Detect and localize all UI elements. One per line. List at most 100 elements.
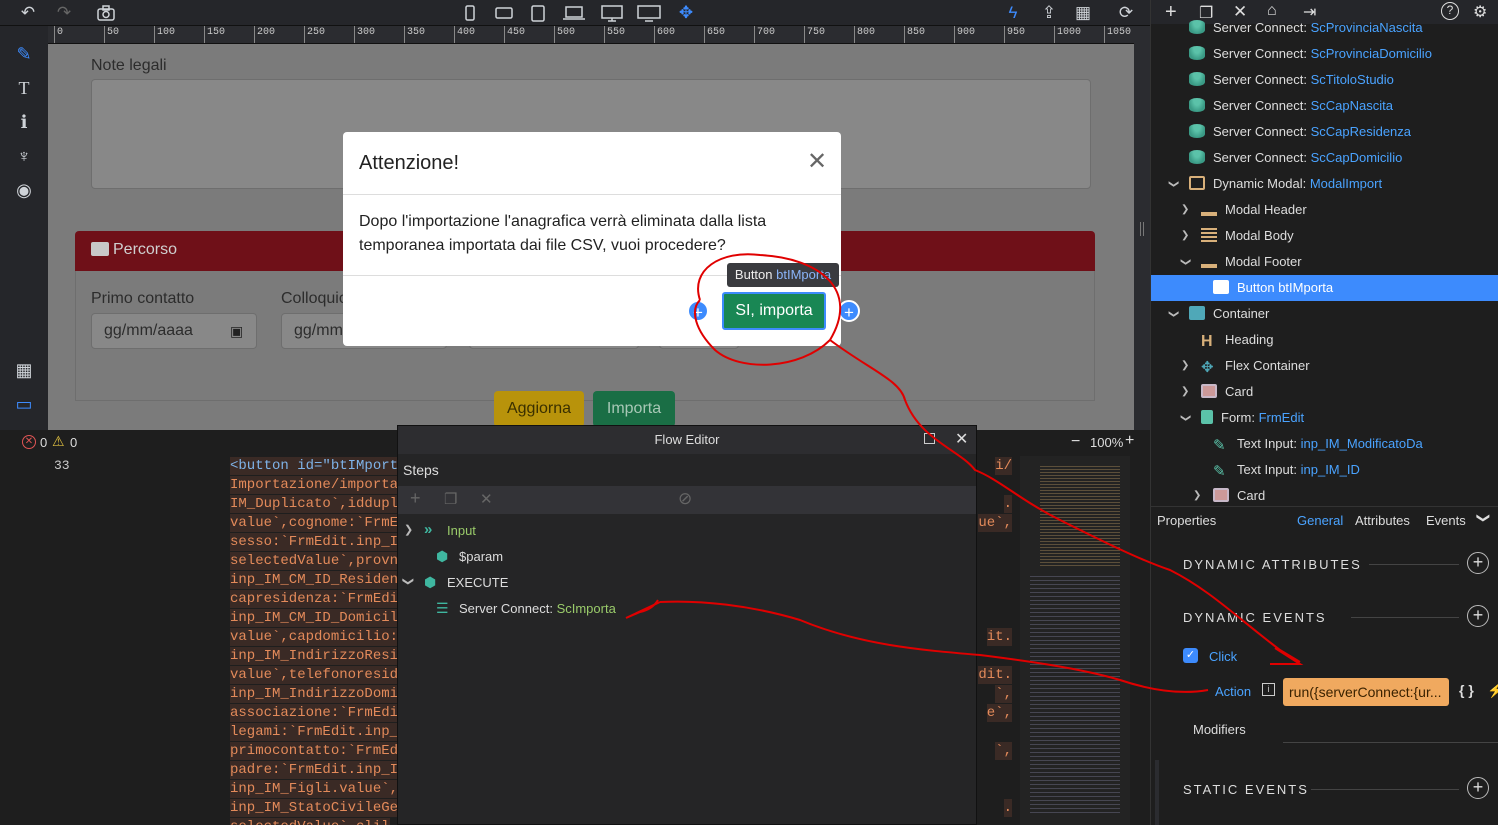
add-step-icon[interactable]: + — [410, 488, 421, 509]
code-line[interactable]: legami:`FrmEdit.inp_ — [230, 723, 399, 741]
phone-portrait-icon[interactable] — [458, 1, 482, 25]
ruler-icon[interactable]: ▭ — [12, 392, 36, 416]
zoom-out-icon[interactable]: − — [1071, 433, 1080, 451]
importa-button[interactable]: Importa — [593, 391, 675, 427]
redo-icon[interactable]: ↷ — [52, 1, 76, 25]
tree-item[interactable]: Server Connect: ScProvinciaDomicilio — [1151, 41, 1498, 67]
tree-item[interactable]: Server Connect: ScTitoloStudio — [1151, 67, 1498, 93]
qr-code-icon[interactable]: ▦ — [1071, 1, 1095, 25]
code-line[interactable]: value`,capdomicilio: — [230, 628, 399, 646]
code-line[interactable]: primocontatto:`FrmEd — [230, 742, 399, 760]
code-line[interactable]: inp_IM_CM_ID_Domicil — [230, 609, 399, 627]
tree-item[interactable]: Server Connect: ScCapDomicilio — [1151, 145, 1498, 171]
chevron-down-icon[interactable]: ❯ — [1160, 310, 1186, 318]
info-icon[interactable]: i — [1262, 683, 1275, 696]
flow-param-label[interactable]: $param — [459, 549, 503, 564]
code-line[interactable]: inp_IM_IndirizzoResi — [230, 647, 399, 665]
camera-icon[interactable] — [94, 1, 118, 25]
phone-landscape-icon[interactable] — [492, 1, 516, 25]
add-static-event-icon[interactable]: + — [1467, 777, 1489, 799]
chevron-down-icon[interactable]: ❯ — [1475, 513, 1491, 524]
tree-item[interactable]: ❯ Card — [1151, 379, 1498, 405]
tree-item[interactable]: ❯ Modal Footer — [1151, 249, 1498, 275]
insert-before-plus-icon[interactable]: + — [687, 300, 709, 322]
close-icon[interactable]: ✕ — [955, 429, 968, 449]
chevron-right-icon[interactable]: ❯ — [1181, 353, 1189, 379]
flow-input-label[interactable]: Input — [447, 523, 476, 538]
close-icon[interactable]: ✕ — [807, 150, 827, 174]
code-line[interactable]: value`,cognome:`FrmE — [230, 514, 399, 532]
code-line[interactable]: associazione:`FrmEdi — [230, 704, 399, 722]
click-checkbox[interactable]: ✓ — [1183, 648, 1198, 663]
tree-item[interactable]: ❯ Modal Header — [1151, 197, 1498, 223]
maximize-icon[interactable] — [924, 433, 935, 444]
data-binding-icon[interactable]: { } — [1459, 682, 1474, 698]
collapse-chevron-icon[interactable]: ❯ — [402, 577, 415, 586]
edit-icon[interactable]: ✎ — [12, 42, 36, 66]
code-line[interactable]: inp_IM_CM_ID_Residen — [230, 571, 399, 589]
action-input[interactable]: run({serverConnect:{ur... — [1283, 678, 1449, 706]
code-line[interactable]: value`,telefonoresid — [230, 666, 399, 684]
code-line[interactable]: sesso:`FrmEdit.inp_I — [230, 533, 399, 551]
modifiers-label[interactable]: Modifiers — [1193, 722, 1246, 737]
code-line[interactable]: IM_Duplicato`,iddupl — [230, 495, 399, 513]
share-icon[interactable]: ⇪ — [1037, 1, 1061, 25]
lightning-icon[interactable]: ϟ — [1001, 1, 1025, 25]
delete-step-icon[interactable]: ✕ — [480, 490, 493, 508]
tree-item[interactable]: ❯ ✥ Flex Container — [1151, 353, 1498, 379]
resize-handle[interactable] — [1140, 222, 1144, 236]
info-icon[interactable]: ℹ — [12, 110, 36, 134]
brush-icon[interactable]: ♆ — [12, 144, 36, 168]
tab-general[interactable]: General — [1297, 513, 1343, 528]
panel-scrollbar[interactable] — [1155, 760, 1159, 825]
typography-icon[interactable]: T — [12, 76, 36, 100]
copy-step-icon[interactable]: ❐ — [444, 490, 457, 508]
chevron-right-icon[interactable]: ❯ — [1181, 197, 1189, 223]
add-dynamic-attribute-icon[interactable]: + — [1467, 552, 1489, 574]
undo-icon[interactable]: ↶ — [16, 1, 40, 25]
code-line[interactable]: <button id="btIMport — [230, 457, 399, 475]
code-line[interactable]: selectedValue`,provn — [230, 552, 399, 570]
tab-attributes[interactable]: Attributes — [1355, 513, 1410, 528]
tree-item[interactable]: Server Connect: ScCapNascita — [1151, 93, 1498, 119]
zoom-in-icon[interactable]: + — [1125, 432, 1134, 450]
code-line[interactable]: padre:`FrmEdit.inp_I — [230, 761, 399, 779]
tree-item[interactable]: Server Connect: ScCapResidenza — [1151, 119, 1498, 145]
code-line[interactable]: inp_IM_IndirizzoDomi — [230, 685, 399, 703]
code-line[interactable]: Importazione/importa — [230, 476, 399, 494]
eye-icon[interactable]: ◉ — [12, 178, 36, 202]
tab-events[interactable]: Events — [1426, 513, 1466, 528]
tablet-icon[interactable] — [526, 1, 550, 25]
code-line[interactable]: capresidenza:`FrmEdi — [230, 590, 399, 608]
refresh-icon[interactable]: ⟳ — [1114, 1, 1138, 25]
flow-server-connect[interactable]: Server Connect: ScImporta — [459, 601, 616, 616]
tree-item[interactable]: H Heading — [1151, 327, 1498, 353]
tree-item[interactable]: ❯ Container — [1151, 301, 1498, 327]
click-event-label[interactable]: Click — [1209, 649, 1237, 664]
si-importa-button[interactable]: SI, importa — [722, 292, 826, 330]
action-picker-icon[interactable]: ⚡ — [1487, 682, 1498, 699]
calendar-icon[interactable]: ▣ — [230, 323, 243, 340]
chevron-down-icon[interactable]: ❯ — [1160, 180, 1186, 188]
tree-item[interactable]: Server Connect: ScProvinciaNascita — [1151, 15, 1498, 41]
primo-contatto-date-input[interactable]: gg/mm/aaaa ▣ — [91, 313, 257, 349]
code-minimap[interactable] — [1020, 456, 1130, 825]
aggiorna-button[interactable]: Aggiorna — [494, 391, 584, 427]
laptop-icon[interactable] — [562, 1, 586, 25]
flow-execute-label[interactable]: EXECUTE — [447, 575, 508, 590]
tree-item[interactable]: ❯ Dynamic Modal: ModalImport — [1151, 171, 1498, 197]
chevron-right-icon[interactable]: ❯ — [1181, 379, 1189, 405]
tree-item[interactable]: ❯ Form: FrmEdit — [1151, 405, 1498, 431]
grid-icon[interactable]: ▦ — [12, 358, 36, 382]
move-arrows-icon[interactable]: ✥ — [674, 1, 698, 25]
tree-item[interactable]: ✎ Text Input: inp_IM_ID — [1151, 457, 1498, 483]
add-dynamic-event-icon[interactable]: + — [1467, 605, 1489, 627]
collapse-chevron-icon[interactable]: ❯ — [404, 523, 413, 536]
chevron-right-icon[interactable]: ❯ — [1181, 223, 1189, 249]
code-line[interactable]: inp_IM_StatoCivileGe — [230, 799, 399, 817]
tree-item[interactable]: Button btIMporta — [1151, 275, 1498, 301]
chevron-down-icon[interactable]: ❯ — [1172, 414, 1198, 422]
disable-icon[interactable]: ⊘ — [678, 489, 692, 509]
desktop-icon[interactable] — [600, 1, 624, 25]
insert-after-plus-icon[interactable]: + — [838, 300, 860, 322]
